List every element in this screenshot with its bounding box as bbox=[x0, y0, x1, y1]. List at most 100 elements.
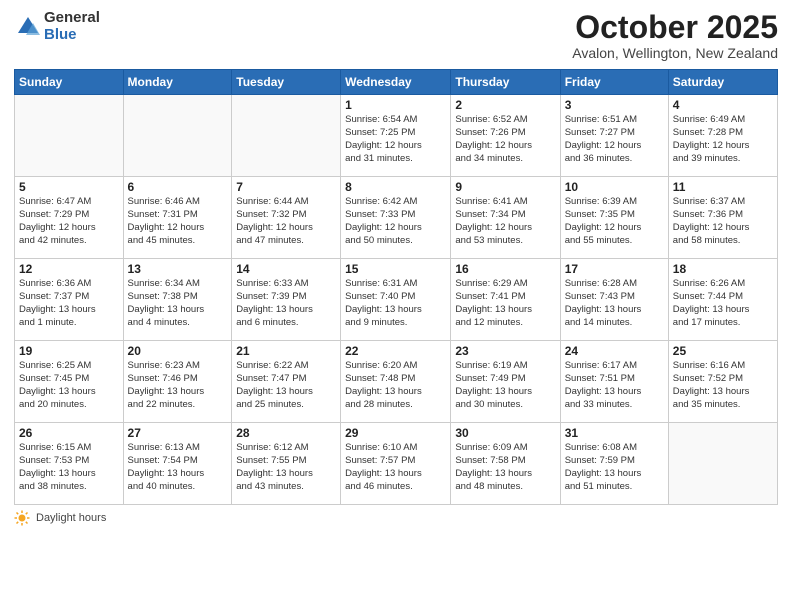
day-info: Sunrise: 6:51 AM Sunset: 7:27 PM Dayligh… bbox=[565, 114, 664, 165]
calendar-cell: 28 Sunrise: 6:12 AM Sunset: 7:55 PM Dayli… bbox=[232, 423, 341, 505]
day-number: 9 bbox=[455, 180, 555, 194]
col-thursday: Thursday bbox=[451, 70, 560, 95]
col-wednesday: Wednesday bbox=[341, 70, 451, 95]
calendar-header-row: Sunday Monday Tuesday Wednesday Thursday… bbox=[15, 70, 778, 95]
calendar-cell: 29Sunrise: 6:10 AM Sunset: 7:57 PM Dayli… bbox=[341, 423, 451, 505]
calendar-cell: 4Sunrise: 6:49 AM Sunset: 7:28 PM Daylig… bbox=[668, 95, 777, 177]
day-number: 3 bbox=[565, 98, 664, 112]
day-number: 25 bbox=[673, 344, 773, 358]
calendar-cell bbox=[668, 423, 777, 505]
calendar-cell: 22 Sunrise: 6:20 AM Sunset: 7:48 PM Dayli… bbox=[341, 341, 451, 423]
day-number: 4 bbox=[673, 98, 773, 112]
day-number: 6 bbox=[128, 180, 228, 194]
day-info: Sunrise: 6:12 AM Sunset: 7:55 PM Dayligh… bbox=[236, 442, 336, 493]
title-month: October 2025 bbox=[572, 10, 778, 45]
calendar-cell: 3 Sunrise: 6:51 AM Sunset: 7:27 PM Daylig… bbox=[560, 95, 668, 177]
logo-general-text: General bbox=[44, 10, 100, 27]
logo-icon bbox=[14, 13, 42, 41]
day-info: Sunrise: 6:46 AM Sunset: 7:31 PM Dayligh… bbox=[128, 196, 228, 247]
calendar-cell: 8 Sunrise: 6:42 AM Sunset: 7:33 PM Daylig… bbox=[341, 177, 451, 259]
logo-text: General Blue bbox=[44, 10, 100, 43]
calendar-cell: 14Sunrise: 6:33 AM Sunset: 7:39 PM Dayli… bbox=[232, 259, 341, 341]
calendar-cell: 18 Sunrise: 6:26 AM Sunset: 7:44 PM Dayli… bbox=[668, 259, 777, 341]
calendar-cell: 26Sunrise: 6:15 AM Sunset: 7:53 PM Dayli… bbox=[15, 423, 124, 505]
calendar-cell: 15Sunrise: 6:31 AM Sunset: 7:40 PM Dayli… bbox=[341, 259, 451, 341]
col-saturday: Saturday bbox=[668, 70, 777, 95]
calendar-cell: 17Sunrise: 6:28 AM Sunset: 7:43 PM Dayli… bbox=[560, 259, 668, 341]
calendar-cell: 24Sunrise: 6:17 AM Sunset: 7:51 PM Dayli… bbox=[560, 341, 668, 423]
col-monday: Monday bbox=[123, 70, 232, 95]
calendar-week-row-4: 26Sunrise: 6:15 AM Sunset: 7:53 PM Dayli… bbox=[15, 423, 778, 505]
calendar-week-row-3: 19 Sunrise: 6:25 AM Sunset: 7:45 PM Dayli… bbox=[15, 341, 778, 423]
calendar-table: Sunday Monday Tuesday Wednesday Thursday… bbox=[14, 69, 778, 505]
calendar-cell: 19 Sunrise: 6:25 AM Sunset: 7:45 PM Dayli… bbox=[15, 341, 124, 423]
col-friday: Friday bbox=[560, 70, 668, 95]
day-number: 30 bbox=[455, 426, 555, 440]
day-info: Sunrise: 6:37 AM Sunset: 7:36 PM Dayligh… bbox=[673, 196, 773, 247]
calendar-cell: 30Sunrise: 6:09 AM Sunset: 7:58 PM Dayli… bbox=[451, 423, 560, 505]
day-number: 31 bbox=[565, 426, 664, 440]
logo: General Blue bbox=[14, 10, 100, 43]
calendar-cell: 9 Sunrise: 6:41 AM Sunset: 7:34 PM Daylig… bbox=[451, 177, 560, 259]
day-number: 1 bbox=[345, 98, 446, 112]
day-info: Sunrise: 6:31 AM Sunset: 7:40 PM Dayligh… bbox=[345, 278, 446, 329]
col-sunday: Sunday bbox=[15, 70, 124, 95]
calendar-cell: 21Sunrise: 6:22 AM Sunset: 7:47 PM Dayli… bbox=[232, 341, 341, 423]
day-info: Sunrise: 6:16 AM Sunset: 7:52 PM Dayligh… bbox=[673, 360, 773, 411]
day-info: Sunrise: 6:52 AM Sunset: 7:26 PM Dayligh… bbox=[455, 114, 555, 165]
day-number: 18 bbox=[673, 262, 773, 276]
calendar-cell bbox=[232, 95, 341, 177]
day-number: 16 bbox=[455, 262, 555, 276]
calendar-cell: 16Sunrise: 6:29 AM Sunset: 7:41 PM Dayli… bbox=[451, 259, 560, 341]
logo-blue-text: Blue bbox=[44, 27, 100, 44]
day-info: Sunrise: 6:54 AM Sunset: 7:25 PM Dayligh… bbox=[345, 114, 446, 165]
day-number: 21 bbox=[236, 344, 336, 358]
day-info: Sunrise: 6:44 AM Sunset: 7:32 PM Dayligh… bbox=[236, 196, 336, 247]
day-info: Sunrise: 6:39 AM Sunset: 7:35 PM Dayligh… bbox=[565, 196, 664, 247]
sun-icon bbox=[14, 510, 30, 526]
day-number: 19 bbox=[19, 344, 119, 358]
day-info: Sunrise: 6:25 AM Sunset: 7:45 PM Dayligh… bbox=[19, 360, 119, 411]
day-number: 26 bbox=[19, 426, 119, 440]
day-info: Sunrise: 6:26 AM Sunset: 7:44 PM Dayligh… bbox=[673, 278, 773, 329]
calendar-cell bbox=[123, 95, 232, 177]
calendar-cell: 31Sunrise: 6:08 AM Sunset: 7:59 PM Dayli… bbox=[560, 423, 668, 505]
title-block: October 2025 Avalon, Wellington, New Zea… bbox=[572, 10, 778, 61]
calendar-cell: 10Sunrise: 6:39 AM Sunset: 7:35 PM Dayli… bbox=[560, 177, 668, 259]
day-number: 23 bbox=[455, 344, 555, 358]
day-info: Sunrise: 6:17 AM Sunset: 7:51 PM Dayligh… bbox=[565, 360, 664, 411]
day-number: 28 bbox=[236, 426, 336, 440]
title-location: Avalon, Wellington, New Zealand bbox=[572, 45, 778, 61]
calendar-cell: 6 Sunrise: 6:46 AM Sunset: 7:31 PM Daylig… bbox=[123, 177, 232, 259]
footer: Daylight hours bbox=[14, 510, 778, 526]
day-number: 5 bbox=[19, 180, 119, 194]
calendar-cell: 11 Sunrise: 6:37 AM Sunset: 7:36 PM Dayli… bbox=[668, 177, 777, 259]
page-container: General Blue October 2025 Avalon, Wellin… bbox=[0, 0, 792, 612]
day-number: 12 bbox=[19, 262, 119, 276]
col-tuesday: Tuesday bbox=[232, 70, 341, 95]
calendar-cell: 13Sunrise: 6:34 AM Sunset: 7:38 PM Dayli… bbox=[123, 259, 232, 341]
day-number: 20 bbox=[128, 344, 228, 358]
calendar-cell: 5Sunrise: 6:47 AM Sunset: 7:29 PM Daylig… bbox=[15, 177, 124, 259]
day-info: Sunrise: 6:20 AM Sunset: 7:48 PM Dayligh… bbox=[345, 360, 446, 411]
day-number: 2 bbox=[455, 98, 555, 112]
calendar-body: 1 Sunrise: 6:54 AM Sunset: 7:25 PM Daylig… bbox=[15, 95, 778, 505]
day-info: Sunrise: 6:23 AM Sunset: 7:46 PM Dayligh… bbox=[128, 360, 228, 411]
calendar-cell: 27Sunrise: 6:13 AM Sunset: 7:54 PM Dayli… bbox=[123, 423, 232, 505]
day-number: 27 bbox=[128, 426, 228, 440]
day-info: Sunrise: 6:41 AM Sunset: 7:34 PM Dayligh… bbox=[455, 196, 555, 247]
daylight-label: Daylight hours bbox=[36, 512, 106, 524]
day-number: 8 bbox=[345, 180, 446, 194]
calendar-cell: 12Sunrise: 6:36 AM Sunset: 7:37 PM Dayli… bbox=[15, 259, 124, 341]
calendar-cell: 2 Sunrise: 6:52 AM Sunset: 7:26 PM Daylig… bbox=[451, 95, 560, 177]
day-number: 11 bbox=[673, 180, 773, 194]
day-info: Sunrise: 6:19 AM Sunset: 7:49 PM Dayligh… bbox=[455, 360, 555, 411]
calendar-week-row-2: 12Sunrise: 6:36 AM Sunset: 7:37 PM Dayli… bbox=[15, 259, 778, 341]
day-number: 22 bbox=[345, 344, 446, 358]
day-info: Sunrise: 6:28 AM Sunset: 7:43 PM Dayligh… bbox=[565, 278, 664, 329]
day-info: Sunrise: 6:10 AM Sunset: 7:57 PM Dayligh… bbox=[345, 442, 446, 493]
calendar-week-row-0: 1 Sunrise: 6:54 AM Sunset: 7:25 PM Daylig… bbox=[15, 95, 778, 177]
day-info: Sunrise: 6:33 AM Sunset: 7:39 PM Dayligh… bbox=[236, 278, 336, 329]
day-info: Sunrise: 6:42 AM Sunset: 7:33 PM Dayligh… bbox=[345, 196, 446, 247]
calendar-cell: 7Sunrise: 6:44 AM Sunset: 7:32 PM Daylig… bbox=[232, 177, 341, 259]
